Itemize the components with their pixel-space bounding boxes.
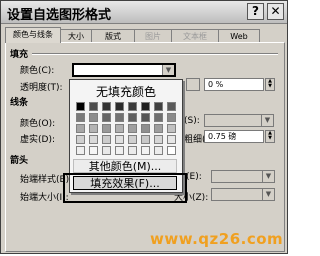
- color-swatch[interactable]: [141, 135, 150, 144]
- line-style-label: (S):: [184, 116, 200, 126]
- color-swatch[interactable]: [102, 146, 111, 155]
- chevron-down-icon: ▼: [262, 171, 274, 182]
- line-weight-spinner[interactable]: ▲ ▼: [265, 130, 275, 143]
- transparency-slider-end: [186, 78, 200, 91]
- color-swatch[interactable]: [167, 113, 176, 122]
- transparency-spinner[interactable]: ▲ ▼: [265, 78, 275, 91]
- line-weight-input[interactable]: 0.75 磅: [204, 130, 264, 143]
- fill-color-select[interactable]: ▼: [72, 63, 176, 77]
- color-swatch[interactable]: [76, 146, 85, 155]
- arrows-section-title: 箭头: [10, 156, 29, 166]
- format-autoshape-dialog: 设置自选图形格式 ? ✕ 颜色与线条 大小 版式 图片 文本框 Web 填充 颜…: [0, 0, 288, 254]
- color-swatch[interactable]: [154, 102, 163, 111]
- color-swatch[interactable]: [128, 113, 137, 122]
- more-colors-option[interactable]: 其他颜色(M)...: [73, 159, 177, 173]
- close-button[interactable]: ✕: [267, 3, 284, 20]
- transparency-input[interactable]: 0 %: [204, 78, 264, 91]
- color-swatch[interactable]: [115, 135, 124, 144]
- color-swatch[interactable]: [141, 113, 150, 122]
- color-swatch[interactable]: [154, 124, 163, 133]
- line-section-title: 线条: [10, 98, 29, 108]
- color-swatch[interactable]: [89, 124, 98, 133]
- color-swatch[interactable]: [141, 146, 150, 155]
- no-fill-color-option[interactable]: 无填充颜色: [74, 83, 178, 101]
- color-swatch[interactable]: [115, 102, 124, 111]
- tab-web[interactable]: Web: [218, 29, 260, 43]
- color-swatch[interactable]: [128, 124, 137, 133]
- highlight-frame: [63, 173, 187, 203]
- end-style-label: (E):: [186, 172, 202, 182]
- color-swatch[interactable]: [102, 113, 111, 122]
- divider: [32, 53, 278, 55]
- chevron-down-icon: ▼: [261, 115, 273, 126]
- line-style-select: ▼: [204, 114, 274, 127]
- tab-textbox: 文本框: [171, 29, 219, 43]
- color-swatch[interactable]: [76, 124, 85, 133]
- color-swatch[interactable]: [102, 135, 111, 144]
- color-swatch[interactable]: [76, 102, 85, 111]
- help-button[interactable]: ?: [247, 3, 264, 20]
- color-swatch[interactable]: [102, 124, 111, 133]
- color-swatch[interactable]: [167, 146, 176, 155]
- color-swatch[interactable]: [76, 135, 85, 144]
- end-style-select: ▼: [211, 170, 275, 183]
- color-swatch[interactable]: [89, 135, 98, 144]
- transparency-label: 透明度(T):: [20, 83, 63, 93]
- color-swatch[interactable]: [167, 102, 176, 111]
- watermark-text: www.qz26.com: [150, 230, 284, 248]
- color-swatch[interactable]: [154, 113, 163, 122]
- fill-color-label: 颜色(C):: [20, 66, 55, 76]
- color-swatch[interactable]: [167, 135, 176, 144]
- line-dash-label: 虚实(D):: [20, 135, 55, 145]
- color-swatch[interactable]: [89, 102, 98, 111]
- color-swatch[interactable]: [89, 113, 98, 122]
- chevron-down-icon: ▼: [162, 65, 174, 75]
- color-swatch[interactable]: [128, 102, 137, 111]
- color-swatch[interactable]: [115, 146, 124, 155]
- title-bar[interactable]: 设置自选图形格式 ? ✕: [1, 1, 287, 24]
- color-swatch[interactable]: [167, 124, 176, 133]
- color-swatch[interactable]: [128, 146, 137, 155]
- color-swatch[interactable]: [141, 124, 150, 133]
- tab-layout[interactable]: 版式: [91, 29, 135, 43]
- chevron-down-icon: ▼: [262, 189, 274, 200]
- tab-size[interactable]: 大小: [60, 29, 92, 43]
- tab-picture: 图片: [134, 29, 172, 43]
- color-swatch[interactable]: [128, 135, 137, 144]
- color-swatch[interactable]: [115, 124, 124, 133]
- line-color-label: 颜色(O):: [20, 119, 56, 129]
- fill-section-title: 填充: [10, 50, 29, 60]
- tab-colors-and-lines[interactable]: 颜色与线条: [5, 27, 61, 43]
- color-swatch[interactable]: [115, 113, 124, 122]
- end-size-select: ▼: [211, 188, 275, 201]
- color-swatch[interactable]: [154, 135, 163, 144]
- color-swatch[interactable]: [154, 146, 163, 155]
- color-swatch[interactable]: [141, 102, 150, 111]
- color-swatch[interactable]: [76, 113, 85, 122]
- color-swatch[interactable]: [102, 102, 111, 111]
- begin-size-label: 始端大小(I):: [20, 193, 69, 203]
- color-swatch[interactable]: [89, 146, 98, 155]
- dialog-title: 设置自选图形格式: [7, 8, 112, 23]
